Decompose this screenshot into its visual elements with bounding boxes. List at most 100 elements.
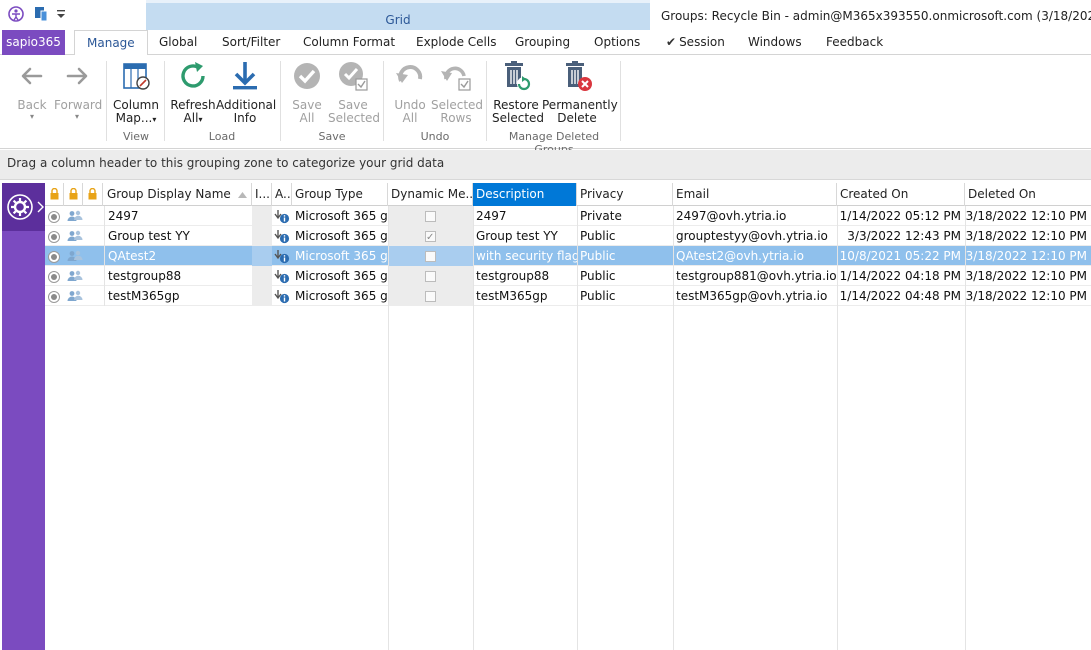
header-a[interactable]: A... [272, 183, 292, 206]
tab-sort-filter[interactable]: Sort/Filter [222, 30, 280, 55]
restore-selected-button[interactable]: Restore Selected [492, 59, 544, 125]
column-divider [104, 206, 105, 306]
dynamic-membership-checkbox[interactable] [425, 271, 436, 282]
header-lock-3[interactable] [83, 183, 103, 206]
header-group-display-name[interactable]: Group Display Name [104, 183, 252, 206]
dynamic-membership-checkbox[interactable] [425, 251, 436, 262]
row-status-cell[interactable] [45, 286, 64, 306]
table-row[interactable]: testM365gp Microsoft 365 grc testM365gp Pub… [45, 286, 1091, 306]
row-group-icon-cell [65, 206, 84, 226]
dynamic-membership-checkbox[interactable] [425, 291, 436, 302]
header-description[interactable]: Description [473, 183, 577, 206]
undo-all-label-2: All [402, 111, 418, 125]
refresh-all-button[interactable]: Refresh All▾ [170, 59, 216, 126]
header-dynamic-membership[interactable]: Dynamic Me... [388, 183, 473, 206]
row-group-type: Microsoft 365 grc [295, 249, 388, 263]
row-status-cell[interactable] [45, 206, 64, 226]
tab-feedback[interactable]: Feedback [826, 30, 883, 55]
header-group-display-name-label: Group Display Name [107, 187, 231, 201]
lock-icon [50, 188, 59, 200]
grid-header: Group Display Name I... A... Group Type … [45, 183, 1091, 206]
status-radio-icon [48, 271, 60, 283]
row-dynamic-membership[interactable] [388, 246, 473, 266]
groups-grid: Group Display Name I... A... Group Type … [45, 183, 1091, 650]
row-created-on: 10/8/2021 05:22 PM [839, 249, 961, 263]
row-privacy: Public [580, 289, 616, 303]
row-a-cell [272, 246, 292, 266]
header-privacy[interactable]: Privacy [577, 183, 673, 206]
row-privacy: Public [580, 269, 616, 283]
row-i-cell [252, 286, 272, 306]
row-group-type: Microsoft 365 grc [295, 269, 388, 283]
row-email: QAtest2@ovh.ytria.io [676, 249, 804, 263]
forward-button[interactable]: Forward ▾ [54, 59, 102, 122]
header-deleted-on[interactable]: Deleted On [965, 183, 1091, 206]
column-map-label-1: Column [113, 98, 159, 112]
back-button[interactable]: Back ▾ [12, 59, 52, 122]
row-dynamic-membership[interactable] [388, 266, 473, 286]
refresh-all-label-2: All [183, 111, 199, 125]
undo-selected-rows-button[interactable]: Selected Rows [431, 59, 484, 125]
header-email[interactable]: Email [673, 183, 837, 206]
app-tab-sapio365[interactable]: sapio365 [2, 30, 65, 55]
additional-info-button[interactable]: Additional Info [216, 59, 277, 125]
quick-access-dropdown-icon[interactable] [54, 6, 70, 22]
row-dynamic-membership[interactable] [388, 286, 473, 306]
additional-info-label-1: Additional [216, 98, 277, 112]
tab-windows[interactable]: Windows [748, 30, 802, 55]
tab-explode-cells[interactable]: Explode Cells [416, 30, 496, 55]
tab-options[interactable]: Options [594, 30, 640, 55]
table-row[interactable]: Group test YY Microsoft 365 grc Group test… [45, 226, 1091, 246]
device-icon[interactable] [34, 6, 50, 22]
undo-selected-label-1: Selected [431, 98, 484, 112]
header-lock-2[interactable] [64, 183, 83, 206]
row-created-on: 3/3/2022 12:43 PM [847, 229, 961, 243]
row-status-cell[interactable] [45, 266, 64, 286]
row-deleted-on: 3/18/2022 12:10 PM [965, 249, 1087, 263]
header-lock-1[interactable] [45, 183, 64, 206]
grouping-zone[interactable]: Drag a column header to this grouping zo… [0, 150, 1091, 180]
tab-global[interactable]: Global [159, 30, 197, 55]
table-row[interactable]: testgroup88 Microsoft 365 grc testgroup88 P… [45, 266, 1091, 286]
column-map-button[interactable]: Column Map...▾ [112, 59, 160, 126]
dynamic-membership-checkbox[interactable] [425, 228, 436, 246]
column-divider [388, 206, 389, 650]
row-dynamic-membership[interactable] [388, 226, 473, 246]
row-dynamic-membership[interactable] [388, 206, 473, 226]
tab-manage[interactable]: Manage [74, 30, 148, 56]
row-status-cell[interactable] [45, 246, 64, 266]
download-icon [233, 62, 257, 90]
info-download-icon [274, 290, 290, 304]
restore-selected-label-1: Restore [493, 98, 539, 112]
group-label-load: Load [208, 130, 236, 143]
row-group-type: Microsoft 365 grc [295, 229, 388, 243]
window-title: Groups: Recycle Bin - admin@M365x393550.… [661, 9, 1091, 23]
row-group-icon-cell [65, 286, 84, 306]
app-logo-icon[interactable] [8, 6, 24, 22]
row-status-cell[interactable] [45, 226, 64, 246]
sidebar-toggle[interactable] [2, 183, 45, 231]
header-i[interactable]: I... [252, 183, 272, 206]
table-row[interactable]: 2497 Microsoft 365 grc 2497 Private 2497@ovh… [45, 206, 1091, 226]
header-created-on[interactable]: Created On [837, 183, 965, 206]
save-selected-button[interactable]: Save Selected [328, 59, 380, 125]
table-row[interactable]: QAtest2 Microsoft 365 grc with security fl… [45, 246, 1091, 266]
undo-all-button[interactable]: Undo All [389, 59, 431, 125]
permanently-delete-button[interactable]: Permanently Delete [542, 59, 618, 125]
row-a-cell [272, 226, 292, 246]
group-label-save: Save [318, 130, 346, 143]
dynamic-membership-checkbox[interactable] [425, 211, 436, 222]
tab-grouping[interactable]: Grouping [515, 30, 570, 55]
row-a-cell [272, 206, 292, 226]
header-group-type[interactable]: Group Type [292, 183, 388, 206]
users-icon [67, 270, 83, 281]
column-divider [473, 206, 474, 650]
tab-column-format[interactable]: Column Format [303, 30, 395, 55]
save-all-label-2: All [299, 111, 315, 125]
column-map-icon [123, 63, 150, 90]
column-map-dropdown-icon: ▾ [152, 115, 157, 124]
chevron-right-icon [37, 201, 44, 213]
tab-session[interactable]: ✔ Session [666, 30, 725, 55]
save-all-button[interactable]: Save All [286, 59, 328, 125]
group-label-view: View [122, 130, 150, 143]
